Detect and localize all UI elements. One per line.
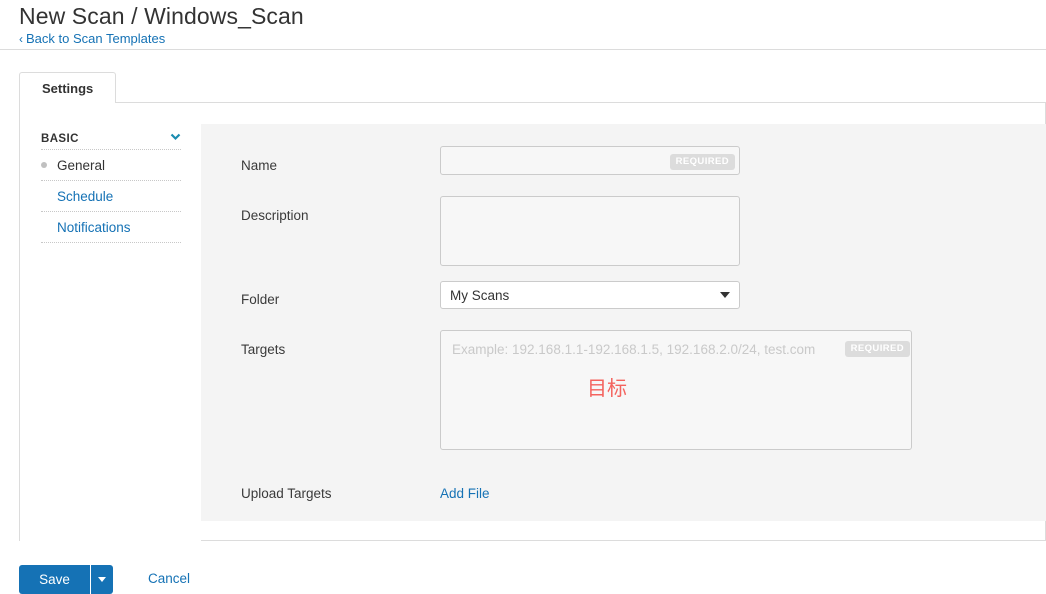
settings-sidebar: BASIC General Schedule Notifications [20, 103, 201, 541]
footer-actions: Save Cancel [0, 541, 1046, 594]
sidebar-item-notifications[interactable]: Notifications [41, 212, 181, 243]
back-to-scan-templates-link[interactable]: ‹ Back to Scan Templates [19, 31, 165, 46]
tab-strip: Settings [19, 72, 1046, 104]
targets-placeholder: Example: 192.168.1.1-192.168.1.5, 192.16… [452, 342, 816, 357]
bullet-placeholder-icon [41, 224, 47, 230]
folder-select[interactable]: My Scans [440, 281, 740, 309]
sidebar-item-schedule[interactable]: Schedule [41, 181, 181, 212]
settings-card: BASIC General Schedule Notifications Nam… [19, 103, 1046, 541]
caret-down-icon [720, 292, 730, 298]
targets-required-badge: REQUIRED [844, 341, 910, 357]
settings-content-panel: Name REQUIRED Description Folder My Scan… [201, 124, 1046, 521]
bullet-placeholder-icon [41, 193, 47, 199]
upload-targets-label: Upload Targets [241, 486, 332, 501]
page-header: New Scan / Windows_Scan ‹ Back to Scan Te… [0, 0, 1046, 50]
tab-settings[interactable]: Settings [19, 72, 117, 104]
folder-select-value: My Scans [450, 287, 510, 303]
sidebar-item-label: Notifications [57, 219, 131, 235]
sidebar-item-label: General [57, 157, 106, 173]
caret-down-icon [98, 577, 106, 582]
name-label: Name [241, 158, 278, 173]
save-button-group: Save [19, 565, 113, 594]
sidebar-group-label: BASIC [41, 132, 79, 145]
targets-annotation: 目标 [587, 378, 627, 400]
description-label: Description [241, 208, 309, 223]
name-required-badge: REQUIRED [669, 154, 735, 170]
save-dropdown-button[interactable] [90, 565, 113, 594]
targets-label: Targets [241, 342, 286, 357]
sidebar-item-general[interactable]: General [41, 150, 181, 181]
page-title: New Scan / Windows_Scan [19, 3, 304, 29]
targets-textarea[interactable]: Example: 192.168.1.1-192.168.1.5, 192.16… [440, 330, 912, 450]
add-file-link[interactable]: Add File [440, 486, 490, 501]
cancel-link[interactable]: Cancel [148, 571, 190, 586]
name-input[interactable]: REQUIRED [440, 146, 740, 175]
chevron-left-icon: ‹ [19, 32, 23, 46]
save-button[interactable]: Save [19, 565, 90, 594]
back-link-label: Back to Scan Templates [26, 31, 166, 46]
active-bullet-icon [41, 162, 47, 168]
tab-settings-label: Settings [42, 80, 94, 96]
sidebar-group-basic[interactable]: BASIC [41, 128, 181, 150]
sidebar-item-label: Schedule [57, 188, 114, 204]
folder-label: Folder [241, 292, 280, 307]
chevron-down-icon[interactable] [170, 131, 181, 142]
description-textarea[interactable] [440, 196, 740, 266]
